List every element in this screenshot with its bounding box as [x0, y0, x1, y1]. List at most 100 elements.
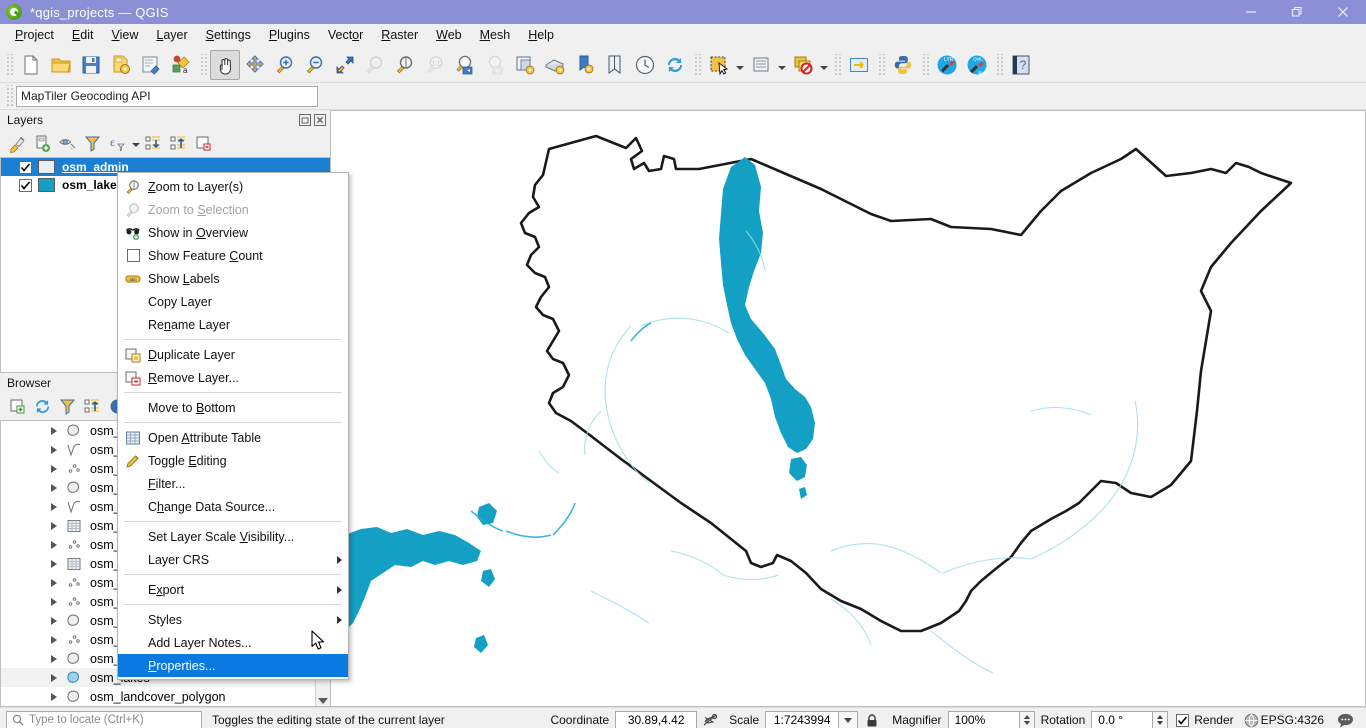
temporal-controller-icon[interactable] — [630, 50, 660, 80]
scale-field[interactable]: 1:7243994 — [765, 710, 840, 728]
undock-icon[interactable] — [298, 113, 311, 126]
menu-item-rename-layer[interactable]: Rename Layer — [118, 313, 348, 336]
menu-item-export[interactable]: Export — [118, 578, 348, 601]
zoom-last-icon[interactable] — [450, 50, 480, 80]
expand-triangle-icon[interactable] — [51, 692, 57, 701]
coordinate-field[interactable]: 30.89,4.42 — [615, 710, 698, 728]
layer-context-menu[interactable]: Zoom to Layer(s) Zoom to Selection Show in… — [117, 172, 349, 680]
expand-triangle-icon[interactable] — [51, 559, 57, 568]
menu-vector[interactable]: Vector — [319, 25, 372, 45]
new-print-layout-icon[interactable] — [136, 50, 166, 80]
expand-triangle-icon[interactable] — [51, 464, 57, 473]
browser-list-item[interactable]: osm_landuse — [1, 706, 330, 707]
open-project-icon[interactable] — [46, 50, 76, 80]
expand-triangle-icon[interactable] — [51, 502, 57, 511]
expand-all-icon[interactable] — [141, 131, 166, 155]
expand-triangle-icon[interactable] — [51, 673, 57, 682]
pan-map-icon[interactable] — [210, 49, 240, 80]
menu-item-change-data-source[interactable]: Change Data Source... — [118, 495, 348, 518]
menu-item-remove-layer[interactable]: Remove Layer... — [118, 366, 348, 389]
qml-sld-style-icon[interactable]: QML SLD — [962, 50, 992, 80]
close-button[interactable] — [1320, 0, 1366, 24]
deselect-features-dropdown[interactable] — [776, 50, 788, 80]
menu-project[interactable]: Project — [6, 25, 63, 45]
select-features-dropdown[interactable] — [734, 50, 746, 80]
toolbar-grip-3[interactable] — [693, 53, 701, 76]
render-checkbox[interactable] — [1176, 713, 1190, 727]
close-panel-icon[interactable] — [313, 113, 326, 126]
magnifier-field[interactable]: 100% — [947, 710, 1020, 728]
zoom-in-icon[interactable] — [270, 50, 300, 80]
menu-help[interactable]: Help — [519, 25, 563, 45]
identify-features-dropdown[interactable] — [818, 50, 830, 80]
layer-visibility-checkbox[interactable] — [19, 160, 32, 174]
expand-triangle-icon[interactable] — [51, 426, 57, 435]
zoom-next-icon[interactable] — [480, 50, 510, 80]
expand-triangle-icon[interactable] — [51, 483, 57, 492]
minimize-button[interactable] — [1228, 0, 1274, 24]
menu-settings[interactable]: Settings — [197, 25, 260, 45]
expand-triangle-icon[interactable] — [51, 521, 57, 530]
geocoder-grip[interactable] — [5, 85, 13, 107]
menu-web[interactable]: Web — [427, 25, 470, 45]
menu-item-filter[interactable]: Filter... — [118, 472, 348, 495]
rotation-stepper[interactable] — [1153, 710, 1169, 728]
expand-triangle-icon[interactable] — [51, 616, 57, 625]
menu-view[interactable]: View — [102, 25, 147, 45]
toolbar-grip-5[interactable] — [877, 53, 885, 76]
add-group-icon[interactable] — [30, 131, 55, 155]
new-project-icon[interactable] — [16, 50, 46, 80]
menu-item-copy-layer[interactable]: Copy Layer — [118, 290, 348, 313]
collapse-all-icon[interactable] — [166, 131, 191, 155]
menu-item-zoom-to-layer-s[interactable]: Zoom to Layer(s) — [118, 175, 348, 198]
remove-layer-icon[interactable] — [191, 131, 216, 155]
refresh-browser-icon[interactable] — [30, 394, 55, 418]
menu-item-open-attribute-table[interactable]: Open Attribute Table — [118, 426, 348, 449]
geocoder-input[interactable] — [16, 85, 318, 107]
menu-item-styles[interactable]: Styles — [118, 608, 348, 631]
expand-triangle-icon[interactable] — [51, 654, 57, 663]
menu-item-move-to-bottom[interactable]: Move to Bottom — [118, 396, 348, 419]
refresh-icon[interactable] — [660, 50, 690, 80]
toolbar-grip-6[interactable] — [921, 53, 929, 76]
save-project-as-icon[interactable] — [106, 50, 136, 80]
toolbar-grip-4[interactable] — [833, 53, 841, 76]
menu-plugins[interactable]: Plugins — [260, 25, 319, 45]
select-features-icon[interactable] — [704, 50, 734, 80]
help-contents-icon[interactable]: ? — [1006, 50, 1036, 80]
menu-mesh[interactable]: Mesh — [471, 25, 520, 45]
browser-list-item[interactable]: osm_landcover_polygon — [1, 687, 330, 706]
toggle-extents-icon[interactable] — [697, 712, 723, 728]
zoom-out-icon[interactable] — [300, 50, 330, 80]
zoom-full-icon[interactable] — [330, 50, 360, 80]
menu-layer[interactable]: Layer — [147, 25, 196, 45]
python-console-icon[interactable] — [888, 50, 918, 80]
deselect-features-icon[interactable] — [746, 50, 776, 80]
manage-map-themes-icon[interactable] — [55, 131, 80, 155]
restore-button[interactable] — [1274, 0, 1320, 24]
expand-triangle-icon[interactable] — [51, 578, 57, 587]
scale-dropdown-icon[interactable] — [839, 710, 859, 728]
toolbar-grip[interactable] — [5, 53, 13, 76]
menu-edit[interactable]: Edit — [63, 25, 103, 45]
menu-item-toggle-editing[interactable]: Toggle Editing — [118, 449, 348, 472]
locator-bar[interactable]: Type to locate (Ctrl+K) — [6, 710, 202, 728]
new-3d-map-view-icon[interactable] — [540, 50, 570, 80]
menu-item-duplicate-layer[interactable]: Duplicate Layer — [118, 343, 348, 366]
map-canvas[interactable] — [330, 110, 1366, 707]
new-map-view-icon[interactable] — [510, 50, 540, 80]
menu-item-layer-crs[interactable]: Layer CRS — [118, 548, 348, 571]
toolbar-grip-7[interactable] — [995, 53, 1003, 76]
filter-legend-dropdown[interactable] — [130, 131, 141, 155]
zoom-to-selection-icon[interactable] — [360, 50, 390, 80]
magnifier-stepper[interactable] — [1019, 710, 1035, 728]
new-print-layout-2-icon[interactable] — [570, 50, 600, 80]
crs-label[interactable]: EPSG:4326 — [1261, 713, 1324, 727]
message-log-icon[interactable] — [1330, 713, 1360, 728]
identify-features-icon[interactable] — [788, 50, 818, 80]
zoom-native-icon[interactable]: 1:1 — [420, 50, 450, 80]
scroll-down-arrow-icon[interactable] — [318, 698, 328, 704]
lwm-style-icon[interactable]: LYR — [932, 50, 962, 80]
menu-item-show-feature-count[interactable]: Show Feature Count — [118, 244, 348, 267]
filter-browser-icon[interactable] — [55, 394, 80, 418]
